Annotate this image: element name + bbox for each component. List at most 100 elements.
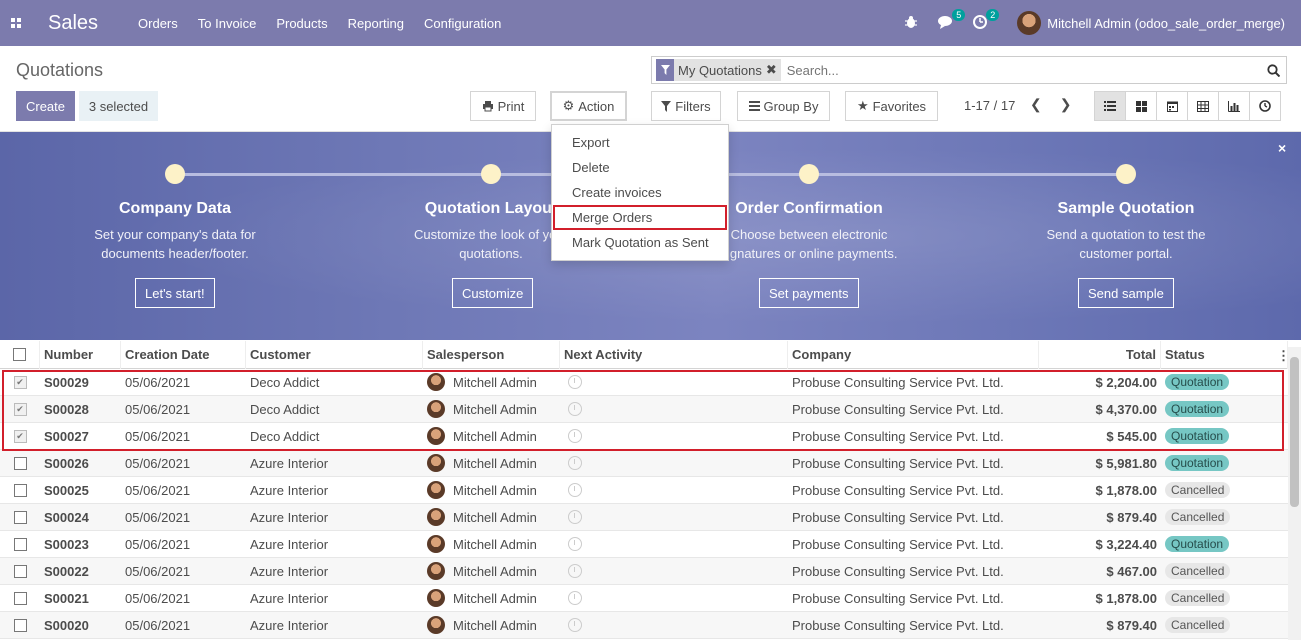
row-checkbox[interactable]: [13, 456, 27, 470]
scrollbar-thumb[interactable]: [1290, 357, 1299, 507]
row-checkbox[interactable]: ✔: [13, 402, 27, 416]
row-select-cell[interactable]: [0, 477, 40, 504]
action-button[interactable]: ⚙ Action: [550, 91, 627, 121]
table-row[interactable]: S00023 05/06/2021 Azure Interior Mitchell A…: [0, 531, 1288, 558]
activity-clock-icon[interactable]: [568, 591, 582, 605]
row-checkbox[interactable]: [13, 618, 27, 632]
pivot-view-icon[interactable]: [1187, 91, 1219, 121]
row-checkbox[interactable]: [13, 483, 27, 497]
send-sample-button[interactable]: Send sample: [1078, 278, 1174, 308]
menu-orders[interactable]: Orders: [138, 16, 178, 31]
table-row[interactable]: S00021 05/06/2021 Azure Interior Mitchell A…: [0, 585, 1288, 612]
row-select-cell[interactable]: [0, 531, 40, 558]
row-checkbox[interactable]: [13, 537, 27, 551]
activities-clock-icon[interactable]: 2: [973, 8, 1000, 32]
kanban-view-icon[interactable]: [1125, 91, 1157, 121]
customize-button[interactable]: Customize: [452, 278, 534, 308]
row-select-cell[interactable]: [0, 504, 40, 531]
table-scrollbar[interactable]: [1288, 347, 1301, 640]
print-button[interactable]: Print: [470, 91, 536, 121]
header-next-activity[interactable]: Next Activity: [560, 340, 788, 369]
pager-next-icon[interactable]: ❯: [1060, 96, 1072, 113]
header-total[interactable]: Total: [1039, 340, 1161, 369]
activity-clock-icon[interactable]: [568, 456, 582, 470]
graph-view-icon[interactable]: [1218, 91, 1250, 121]
header-salesperson[interactable]: Salesperson: [423, 340, 560, 369]
row-select-cell[interactable]: ✔: [0, 369, 40, 396]
menu-item-delete[interactable]: Delete: [552, 155, 728, 180]
activity-view-icon[interactable]: [1249, 91, 1281, 121]
pager-previous-icon[interactable]: ❮: [1030, 96, 1042, 113]
row-select-cell[interactable]: ✔: [0, 423, 40, 450]
debug-bug-icon[interactable]: [904, 15, 918, 32]
select-all-cell[interactable]: [0, 340, 40, 369]
activity-clock-icon[interactable]: [568, 618, 582, 632]
search-input[interactable]: [786, 62, 1260, 78]
row-select-cell[interactable]: [0, 585, 40, 612]
group-by-button[interactable]: Group By: [737, 91, 830, 121]
pager-value[interactable]: 1-17 / 17: [964, 98, 1015, 113]
user-menu[interactable]: Mitchell Admin (odoo_sale_order_merge): [1017, 11, 1285, 35]
menu-item-export[interactable]: Export: [552, 130, 728, 155]
activity-clock-icon[interactable]: [568, 564, 582, 578]
header-status[interactable]: Status: [1161, 340, 1288, 369]
row-select-cell[interactable]: [0, 450, 40, 477]
search-icon[interactable]: [1260, 63, 1286, 77]
row-checkbox[interactable]: [13, 510, 27, 524]
row-checkbox[interactable]: ✔: [13, 375, 27, 389]
row-select-cell[interactable]: [0, 558, 40, 585]
list-view-icon[interactable]: [1094, 91, 1126, 121]
app-brand[interactable]: Sales: [48, 12, 98, 35]
select-all-checkbox[interactable]: [13, 348, 26, 361]
table-row[interactable]: S00024 05/06/2021 Azure Interior Mitchell A…: [0, 504, 1288, 531]
menu-to-invoice[interactable]: To Invoice: [198, 16, 257, 31]
set-payments-button[interactable]: Set payments: [759, 278, 859, 308]
messages-icon[interactable]: 5: [938, 8, 966, 32]
search-facet[interactable]: My Quotations ✖: [656, 59, 781, 81]
table-row[interactable]: S00025 05/06/2021 Azure Interior Mitchell A…: [0, 477, 1288, 504]
activity-clock-icon[interactable]: [568, 537, 582, 551]
search-bar[interactable]: My Quotations ✖: [651, 56, 1287, 84]
row-checkbox[interactable]: [13, 564, 27, 578]
menu-item-create-invoices[interactable]: Create invoices: [552, 180, 728, 205]
menu-configuration[interactable]: Configuration: [424, 16, 501, 31]
table-row[interactable]: S00022 05/06/2021 Azure Interior Mitchell A…: [0, 558, 1288, 585]
menu-products[interactable]: Products: [276, 16, 327, 31]
activity-clock-icon[interactable]: [568, 429, 582, 443]
status-badge: Quotation: [1165, 536, 1230, 552]
close-banner-icon[interactable]: ×: [1278, 140, 1286, 156]
creation-date: 05/06/2021: [125, 590, 191, 606]
row-checkbox[interactable]: [13, 591, 27, 605]
facet-remove-icon[interactable]: ✖: [766, 62, 781, 78]
status-cell: Quotation: [1161, 369, 1288, 396]
row-select-cell[interactable]: [0, 612, 40, 639]
table-row[interactable]: S00020 05/06/2021 Azure Interior Mitchell A…: [0, 612, 1288, 639]
activity-clock-icon[interactable]: [568, 483, 582, 497]
menu-item-merge-orders[interactable]: Merge Orders: [553, 205, 727, 230]
header-number[interactable]: Number: [40, 340, 121, 369]
row-select-cell[interactable]: ✔: [0, 396, 40, 423]
row-checkbox[interactable]: ✔: [13, 429, 27, 443]
header-company[interactable]: Company: [788, 340, 1039, 369]
create-button[interactable]: Create: [16, 91, 75, 121]
lets-start-button[interactable]: Let's start!: [135, 278, 215, 308]
header-customer[interactable]: Customer: [246, 340, 423, 369]
menu-reporting[interactable]: Reporting: [348, 16, 404, 31]
table-row[interactable]: S00026 05/06/2021 Azure Interior Mitchell A…: [0, 450, 1288, 477]
total: $ 2,204.00: [1095, 374, 1157, 390]
table-row[interactable]: ✔ S00029 05/06/2021 Deco Addict Mitchell Adm…: [0, 369, 1288, 396]
table-row[interactable]: ✔ S00028 05/06/2021 Deco Addict Mitchell Adm…: [0, 396, 1288, 423]
quotations-table: Number Creation Date Customer Salesperso…: [0, 340, 1288, 639]
table-row[interactable]: ✔ S00027 05/06/2021 Deco Addict Mitchell Adm…: [0, 423, 1288, 450]
order-number: S00025: [44, 482, 89, 498]
apps-menu-icon[interactable]: [0, 0, 32, 46]
header-creation-date[interactable]: Creation Date: [121, 340, 246, 369]
print-icon: [482, 101, 493, 112]
activity-clock-icon[interactable]: [568, 375, 582, 389]
activity-clock-icon[interactable]: [568, 510, 582, 524]
calendar-view-icon[interactable]: [1156, 91, 1188, 121]
menu-item-mark-sent[interactable]: Mark Quotation as Sent: [552, 230, 728, 255]
filters-button[interactable]: Filters: [651, 91, 721, 121]
favorites-button[interactable]: ★ Favorites: [845, 91, 938, 121]
activity-clock-icon[interactable]: [568, 402, 582, 416]
